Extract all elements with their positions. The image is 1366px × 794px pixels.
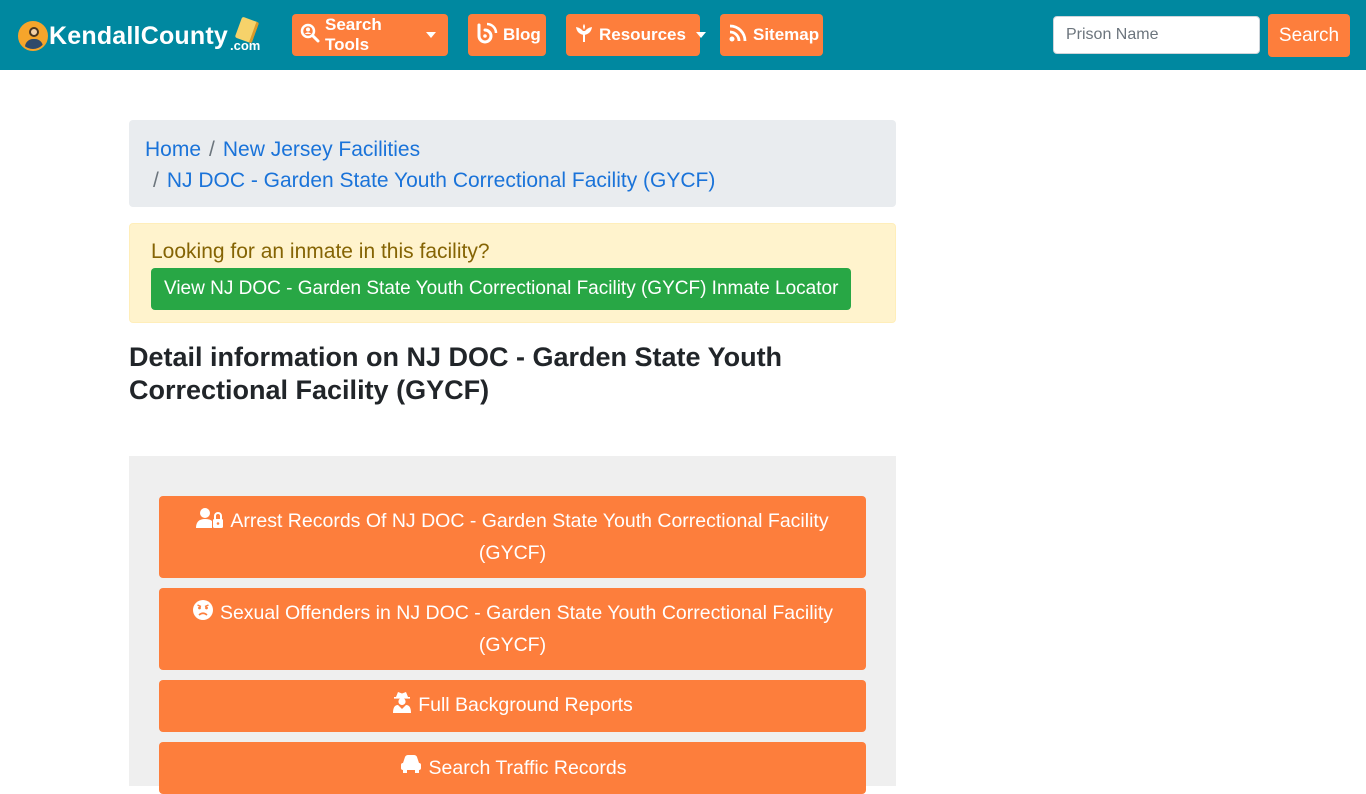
- nav-resources-button[interactable]: Resources: [566, 14, 706, 56]
- action-label: Full Background Reports: [418, 694, 633, 717]
- chevron-down-icon: [426, 32, 436, 38]
- car-icon: [399, 753, 423, 783]
- search-person-icon: [300, 23, 320, 48]
- blog-icon: [476, 22, 498, 49]
- alert-text: Looking for an inmate in this facility?: [151, 240, 490, 263]
- search-button[interactable]: Search: [1268, 14, 1350, 57]
- site-logo[interactable]: KendallCounty .com: [18, 16, 260, 54]
- logo-suffix: .com: [230, 38, 261, 53]
- breadcrumb-separator: /: [209, 138, 215, 161]
- actions-panel: Arrest Records Of NJ DOC - Garden State …: [129, 456, 896, 794]
- inmate-alert: Looking for an inmate in this facility? …: [129, 223, 896, 323]
- nav-label: Blog: [503, 25, 541, 44]
- breadcrumb-separator: /: [153, 169, 159, 192]
- logo-text: KendallCounty: [49, 21, 228, 50]
- sexual-offenders-button[interactable]: Sexual Offenders in NJ DOC - Garden Stat…: [159, 588, 866, 670]
- nav-sitemap-button[interactable]: Sitemap: [720, 14, 823, 56]
- nav-blog-button[interactable]: Blog: [468, 14, 546, 56]
- angry-face-icon: [192, 599, 214, 630]
- breadcrumb-home-link[interactable]: Home: [145, 138, 201, 161]
- nav-label: Search Tools: [325, 15, 382, 54]
- user-lock-icon: [196, 507, 224, 538]
- action-label: Arrest Records Of NJ DOC - Garden State …: [230, 510, 829, 564]
- user-secret-icon: [392, 691, 412, 722]
- breadcrumb-facility-link[interactable]: NJ DOC - Garden State Youth Correctional…: [167, 169, 716, 192]
- logo-person-icon: [18, 21, 48, 51]
- top-navbar: KendallCounty .com Search Tools Blog Res…: [0, 0, 1366, 70]
- inmate-locator-button[interactable]: View NJ DOC - Garden State Youth Correct…: [151, 268, 852, 310]
- arrest-records-button[interactable]: Arrest Records Of NJ DOC - Garden State …: [159, 496, 866, 578]
- breadcrumb-new-jersey-link[interactable]: New Jersey Facilities: [223, 138, 420, 161]
- nav-label: Resources: [599, 25, 686, 44]
- nav-label: Sitemap: [753, 25, 820, 44]
- page-title: Detail information on NJ DOC - Garden St…: [129, 342, 783, 405]
- rss-icon: [728, 23, 748, 48]
- background-reports-button[interactable]: Full Background Reports: [159, 680, 866, 732]
- action-label: Sexual Offenders in NJ DOC - Garden Stat…: [219, 602, 834, 656]
- breadcrumb: Home / New Jersey Facilities / NJ DOC - Gar…: [129, 120, 896, 207]
- traffic-records-button[interactable]: Search Traffic Records: [159, 742, 866, 794]
- prison-name-search-input[interactable]: [1053, 16, 1260, 54]
- leaf-icon: [574, 23, 594, 48]
- nav-search-tools-button[interactable]: Search Tools: [292, 14, 448, 56]
- chevron-down-icon: [695, 32, 706, 38]
